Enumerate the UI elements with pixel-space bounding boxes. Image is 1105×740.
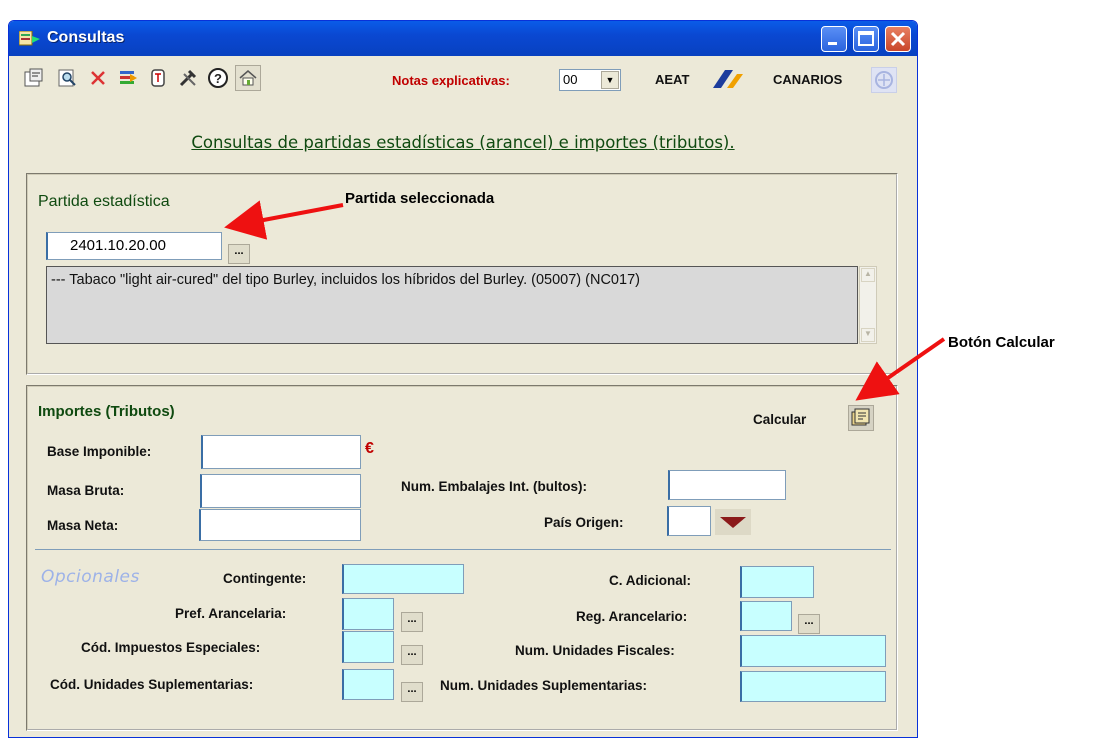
partida-arrow <box>224 200 344 240</box>
calcular-arrow <box>855 337 946 401</box>
annotation-arrows <box>224 200 946 401</box>
